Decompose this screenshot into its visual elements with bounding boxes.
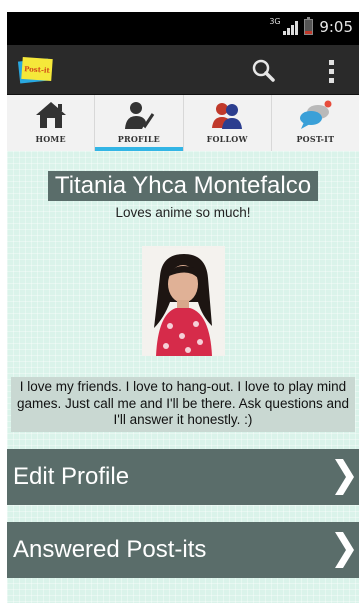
overflow-menu-icon[interactable] xyxy=(323,57,339,85)
tab-profile-label: PROFILE xyxy=(117,134,160,144)
profile-photo[interactable] xyxy=(142,246,225,356)
avatar xyxy=(142,246,225,356)
edit-profile-button[interactable]: Edit Profile xyxy=(7,449,359,505)
action-bar: Post-it xyxy=(7,45,359,95)
profile-bio: I love my friends. I love to hang-out. I… xyxy=(11,377,355,432)
signal-icon: 3G xyxy=(269,17,299,35)
tab-post-it-label: POST-IT xyxy=(296,134,335,144)
chevron-right-icon xyxy=(335,459,354,495)
search-button[interactable] xyxy=(249,57,279,85)
clock: 9:05 xyxy=(319,18,353,36)
profile-tagline: Loves anime so much! xyxy=(115,205,251,220)
tab-follow[interactable]: FOLLOW xyxy=(184,95,272,151)
post-it-icon xyxy=(300,100,332,129)
home-icon xyxy=(35,102,66,128)
app-screen: 3G 9:05 Post-it HOME PROFILE FOLLOW POST… xyxy=(7,12,359,603)
status-bar: 3G 9:05 xyxy=(7,12,359,45)
profile-icon xyxy=(124,102,155,129)
profile-content: Titania Yhca Montefalco Loves anime so m… xyxy=(7,151,359,603)
app-logo-icon[interactable]: Post-it xyxy=(17,56,53,84)
tab-follow-label: FOLLOW xyxy=(206,134,248,144)
logo-text: Post-it xyxy=(21,56,53,82)
edit-profile-label: Edit Profile xyxy=(13,463,130,490)
profile-name-wrapper: Titania Yhca Montefalco xyxy=(7,171,359,201)
network-type: 3G xyxy=(269,17,281,26)
tab-home-label: HOME xyxy=(35,134,66,144)
battery-icon xyxy=(304,17,314,35)
tab-post-it[interactable]: POST-IT xyxy=(272,95,359,151)
chevron-right-icon xyxy=(335,532,354,568)
tab-home[interactable]: HOME xyxy=(7,95,96,151)
answered-postits-button[interactable]: Answered Post-its xyxy=(7,522,359,578)
search-icon xyxy=(252,59,275,82)
follow-icon xyxy=(212,103,243,129)
tab-profile[interactable]: PROFILE xyxy=(95,95,184,151)
tab-bar: HOME PROFILE FOLLOW POST-IT xyxy=(7,95,359,151)
profile-name: Titania Yhca Montefalco xyxy=(47,171,319,201)
answered-postits-label: Answered Post-its xyxy=(13,536,207,563)
